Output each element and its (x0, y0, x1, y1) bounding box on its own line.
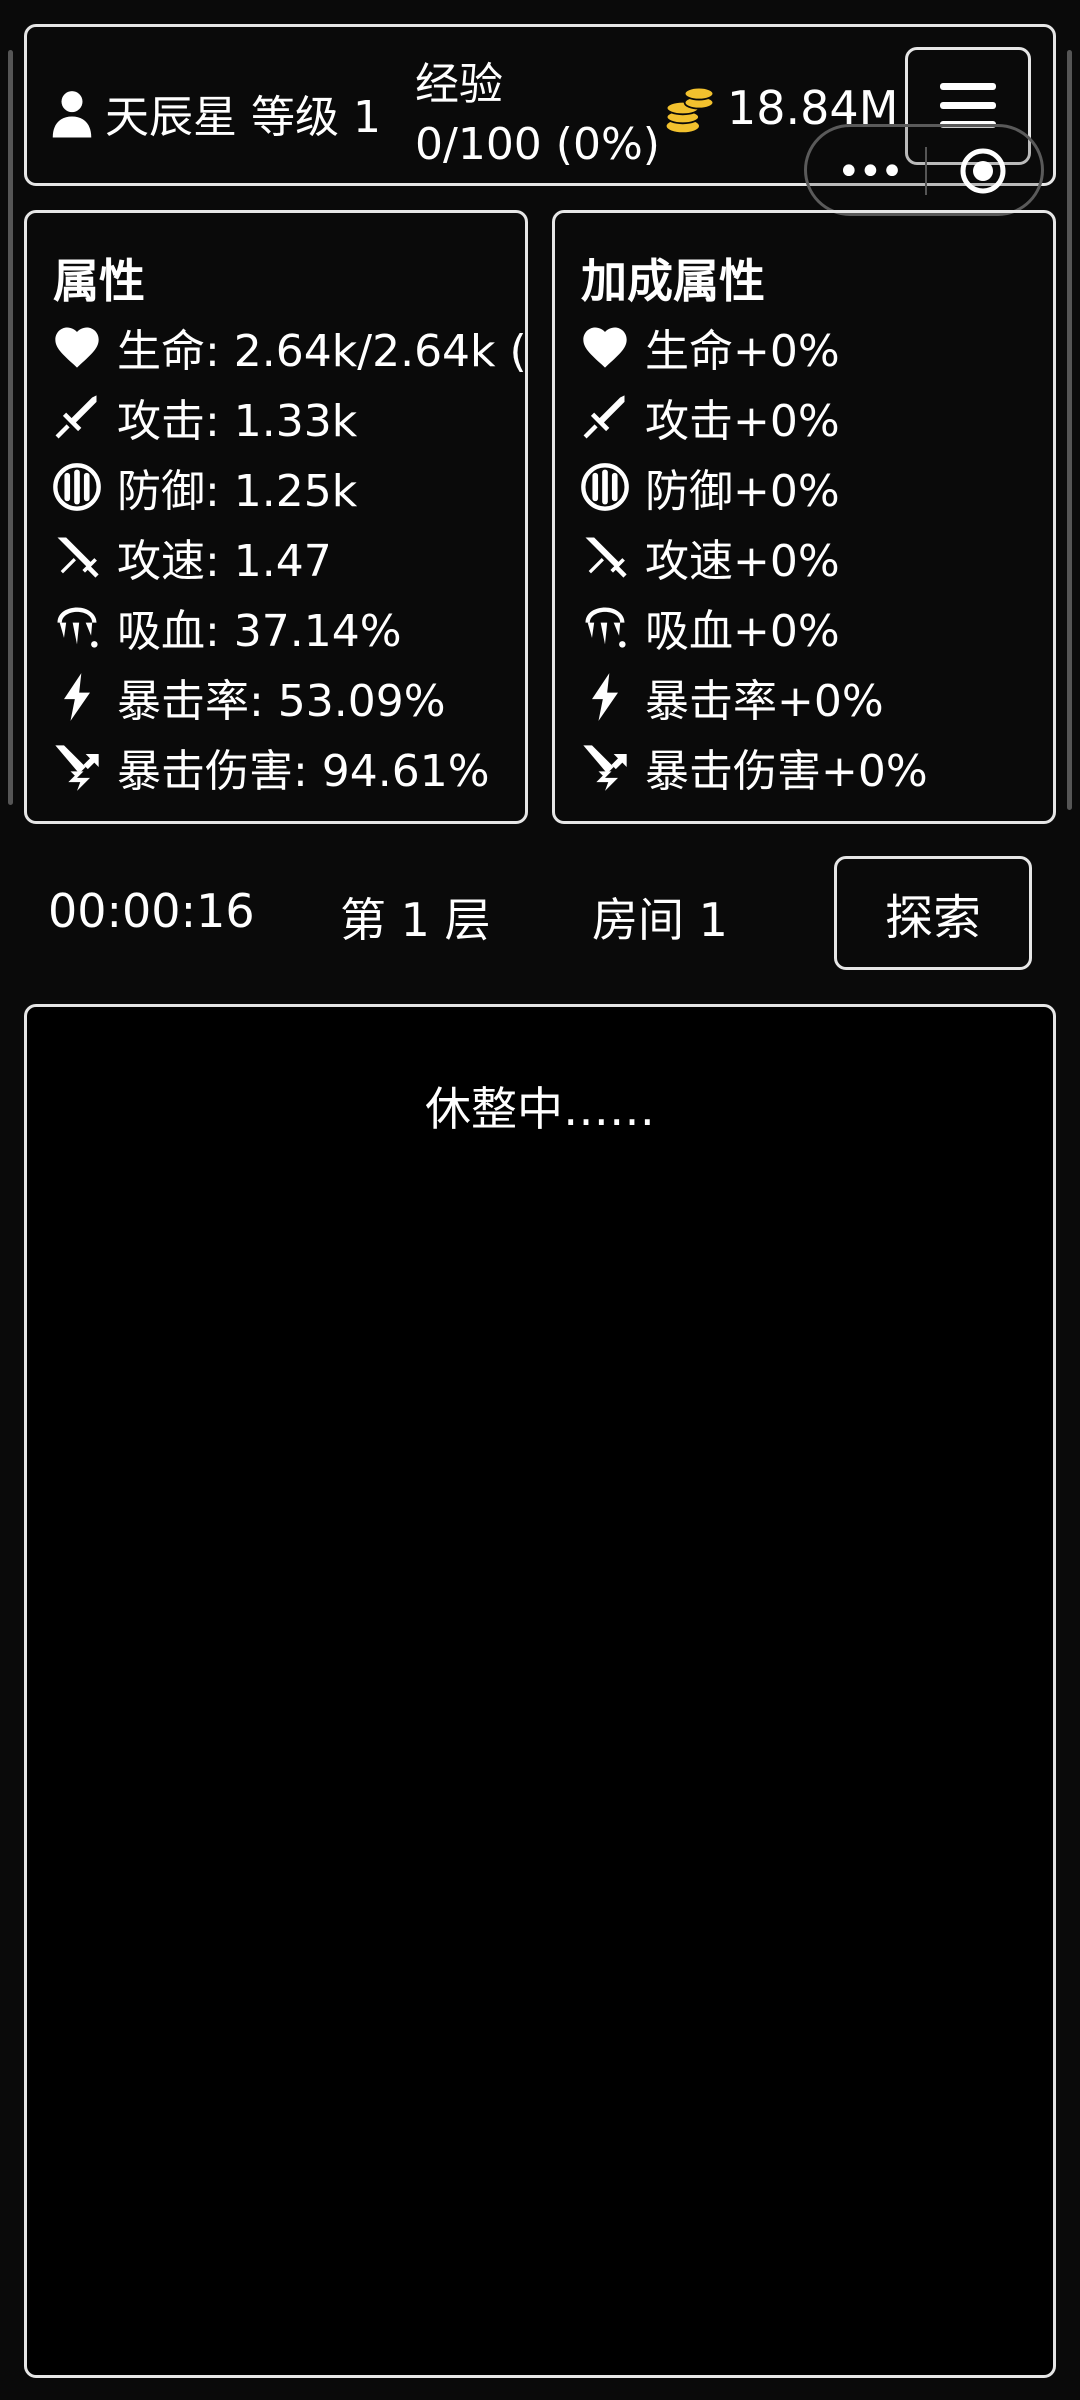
experience-value: 0/100 (0%) (415, 119, 660, 170)
attack-speed-icon (51, 531, 103, 583)
heart-icon (579, 321, 631, 373)
stat-attack-speed: 攻速: 1.47 (51, 525, 332, 589)
lifesteal-icon (51, 601, 103, 653)
lightning-icon (579, 671, 631, 723)
stat-crit-rate: 暴击率: 53.09% (51, 665, 446, 729)
experience-label: 经验 (415, 59, 503, 110)
coin-stack-icon (665, 86, 715, 133)
player-level: 等级 1 (251, 92, 381, 143)
stat-defense: 防御: 1.25k (51, 455, 357, 519)
stat-lifesteal: 吸血: 37.14% (51, 595, 402, 659)
experience-info: 经验 0/100 (0%) (415, 55, 660, 175)
room-label: 房间 1 (592, 893, 728, 947)
attributes-title: 属性 (53, 254, 145, 308)
attack-speed-icon (579, 531, 631, 583)
bonus-defense: 防御+0% (579, 455, 840, 519)
sword-icon (51, 391, 103, 443)
lifesteal-icon (579, 601, 631, 653)
critical-damage-icon (579, 741, 631, 793)
user-icon (52, 91, 92, 138)
attributes-panel: 属性 生命: 2.64k/2.64k (100%) 攻击: 1.33k 防御: … (24, 210, 528, 824)
more-options-icon[interactable]: ••• (837, 152, 904, 192)
right-scrollbar[interactable] (1067, 50, 1072, 810)
stat-crit-damage: 暴击伤害: 94.61% (51, 735, 490, 799)
lightning-icon (51, 671, 103, 723)
close-target-icon[interactable] (959, 147, 1007, 195)
floor-label: 第 1 层 (340, 893, 491, 947)
bonus-crit-damage: 暴击伤害+0% (579, 735, 928, 799)
player-name: 天辰星 (105, 92, 237, 143)
left-scrollbar[interactable] (8, 50, 13, 805)
explore-button[interactable]: 探索 (834, 856, 1032, 970)
bonus-lifesteal: 吸血+0% (579, 595, 840, 659)
bonus-attributes-panel: 加成属性 生命+0% 攻击+0% 防御+0% 攻速+0% 吸血+0% 暴击率+0… (552, 210, 1056, 824)
miniprogram-capsule: ••• (804, 124, 1044, 216)
shield-icon (51, 461, 103, 513)
heart-icon (51, 321, 103, 373)
bonus-title: 加成属性 (581, 254, 765, 308)
bonus-attack: 攻击+0% (579, 385, 840, 449)
critical-damage-icon (51, 741, 103, 793)
bonus-crit-rate: 暴击率+0% (579, 665, 884, 729)
capsule-divider (925, 147, 927, 195)
battle-log[interactable]: 休整中…… (24, 1004, 1056, 2378)
elapsed-timer: 00:00:16 (48, 884, 255, 938)
shield-icon (579, 461, 631, 513)
stat-hp: 生命: 2.64k/2.64k (100%) (51, 315, 525, 379)
bonus-hp: 生命+0% (579, 315, 840, 379)
log-message: 休整中…… (425, 1082, 655, 1136)
bonus-attack-speed: 攻速+0% (579, 525, 840, 589)
sword-icon (579, 391, 631, 443)
player-info: 天辰星 等级 1 (51, 81, 381, 145)
stat-attack: 攻击: 1.33k (51, 385, 357, 449)
